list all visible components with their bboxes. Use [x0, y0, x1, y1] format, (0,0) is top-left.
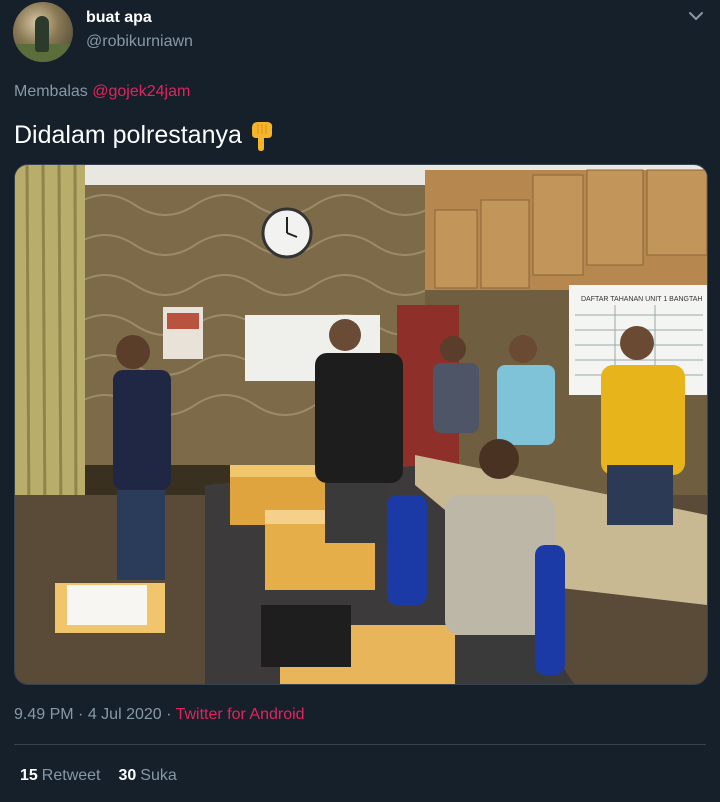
board-title-text: DAFTAR TAHANAN UNIT 1 BANGTAH	[581, 296, 702, 303]
chevron-down-icon[interactable]	[686, 6, 706, 26]
likes-count: 30	[118, 767, 137, 784]
user-handle[interactable]: @robikurniawn	[86, 33, 193, 51]
tweet-source-link[interactable]: Twitter for Android	[176, 706, 305, 723]
retweets-count: 15	[20, 767, 38, 784]
tweet-meta: 9.49 PM · 4 Jul 2020 · Twitter for Andro…	[14, 706, 305, 724]
likes-stat[interactable]: 30 Suka	[119, 767, 177, 785]
tweet-stats: 15 Retweet 30 Suka	[20, 767, 177, 785]
tweet-time[interactable]: 9.49 PM	[14, 706, 74, 723]
divider	[14, 744, 706, 745]
avatar[interactable]	[13, 2, 73, 62]
tweet-text: Didalam polrestanya	[14, 118, 276, 152]
reply-context: Membalas @gojek24jam	[14, 83, 190, 101]
retweets-stat[interactable]: 15 Retweet	[20, 767, 101, 785]
retweets-label: Retweet	[41, 767, 101, 784]
reply-mention-link[interactable]: @gojek24jam	[92, 83, 190, 100]
likes-label: Suka	[140, 767, 177, 784]
tweet-date[interactable]: 4 Jul 2020	[88, 706, 162, 723]
tweet-photo[interactable]: DAFTAR TAHANAN UNIT 1 BANGTAH	[14, 164, 708, 685]
tweet-text-content: Didalam polrestanya	[14, 120, 242, 149]
pointing-down-icon	[251, 122, 273, 151]
meta-separator: ·	[166, 706, 172, 723]
reply-prefix: Membalas	[14, 83, 88, 100]
photo-illustration: DAFTAR TAHANAN UNIT 1 BANGTAH	[15, 165, 707, 684]
avatar-figure	[35, 16, 49, 52]
display-name[interactable]: buat apa	[86, 9, 152, 27]
meta-separator: ·	[78, 706, 84, 723]
